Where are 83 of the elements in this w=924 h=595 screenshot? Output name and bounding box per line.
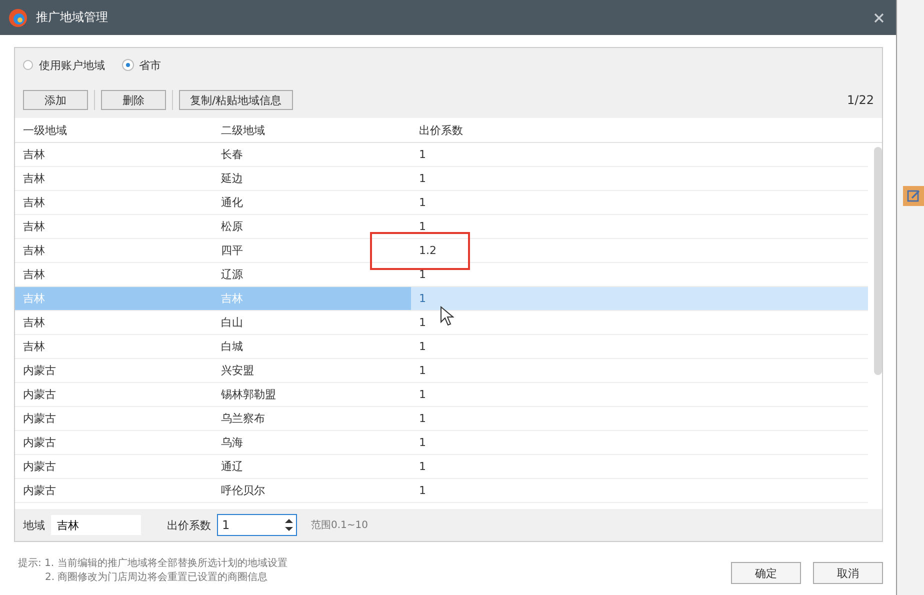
table-cell: 1 (419, 484, 426, 497)
table-cell: 四平 (221, 244, 243, 257)
toolbar-button[interactable]: 添加 (23, 90, 88, 110)
column-header: 一级地域 (22, 122, 68, 138)
spinner-arrows-icon[interactable] (284, 516, 294, 534)
table-cell: 吉林 (23, 244, 45, 257)
table-cell: 呼伦贝尔 (221, 484, 265, 497)
table-row[interactable]: 吉林 吉林 1 (15, 287, 868, 311)
table-cell: 延边 (221, 172, 243, 185)
cursor-icon (440, 306, 454, 326)
table-cell: 吉林 (23, 196, 45, 209)
table-cell: 通辽 (221, 460, 243, 473)
table-row[interactable]: 吉林 四平 1.2 (15, 239, 868, 263)
table-cell: 1 (419, 268, 426, 281)
table-cell: 内蒙古 (23, 460, 56, 473)
region-label: 地域 (23, 518, 45, 532)
hint-text: 2. 商圈修改为门店周边将会重置已设置的商圈信息 (44, 570, 269, 584)
bid-label: 出价系数 (167, 518, 211, 532)
table-cell: 内蒙古 (23, 412, 56, 425)
page-counter: 1/22 (847, 93, 874, 107)
table-row[interactable]: 内蒙古 乌兰察布 1 (15, 407, 868, 431)
table-cell: 1 (419, 196, 426, 209)
table-cell: 乌兰察布 (221, 412, 265, 425)
region-field[interactable]: 吉林 (51, 515, 141, 535)
table-cell: 白山 (221, 316, 243, 329)
table-cell: 吉林 (23, 316, 45, 329)
edit-icon (903, 186, 924, 206)
table-cell: 1 (419, 364, 426, 377)
table-cell: 1 (419, 460, 426, 473)
table-cell: 1 (419, 148, 426, 161)
table-cell: 1 (419, 292, 426, 305)
radio-option[interactable]: 省市 (123, 58, 161, 72)
table-cell: 1 (419, 172, 426, 185)
range-hint: 范围0.1~10 (311, 518, 368, 532)
dialog-button[interactable]: 确定 (731, 562, 801, 584)
table-cell: 内蒙古 (23, 484, 56, 497)
table-cell: 松原 (221, 220, 243, 233)
table-row[interactable]: 吉林 长春 1 (15, 143, 868, 167)
table-cell: 1 (419, 436, 426, 449)
table-cell: 白城 (221, 340, 243, 353)
table-cell: 吉林 (23, 148, 45, 161)
table-cell: 1 (419, 388, 426, 401)
table-cell: 长春 (221, 148, 243, 161)
table-cell: 内蒙古 (23, 388, 56, 401)
table-row[interactable]: 吉林 白城 1 (15, 335, 868, 359)
dialog-button[interactable]: 取消 (813, 562, 883, 584)
app-logo-icon (8, 8, 28, 28)
table-row[interactable]: 吉林 通化 1 (15, 191, 868, 215)
table-row[interactable]: 内蒙古 锡林郭勒盟 1 (15, 383, 868, 407)
table-cell: 通化 (221, 196, 243, 209)
table-cell: 乌海 (221, 436, 243, 449)
table-cell: 吉林 (23, 340, 45, 353)
table-cell: 吉林 (23, 172, 45, 185)
table-row[interactable]: 吉林 延边 1 (15, 167, 868, 191)
scrollbar[interactable] (874, 147, 882, 375)
table-cell: 吉林 (23, 268, 45, 281)
table-cell: 内蒙古 (23, 364, 56, 377)
table-cell: 1 (419, 316, 426, 329)
table-cell: 吉林 (221, 292, 243, 305)
close-icon[interactable] (874, 12, 884, 22)
table-cell: 吉林 (23, 292, 45, 305)
table-row[interactable]: 内蒙古 通辽 1 (15, 455, 868, 479)
table-cell: 兴安盟 (221, 364, 254, 377)
bid-spinner-field[interactable]: 1 (217, 514, 297, 536)
table-row[interactable]: 内蒙古 乌海 1 (15, 431, 868, 455)
table-cell: 1.2 (419, 244, 436, 257)
window-title: 推广地域管理 (36, 9, 109, 26)
table-row[interactable]: 内蒙古 呼伦贝尔 1 (15, 479, 868, 503)
hint-text: 提示: 1. 当前编辑的推广地域将全部替换所选计划的地域设置 (18, 556, 288, 570)
column-header: 出价系数 (418, 122, 464, 138)
table-cell: 1 (419, 412, 426, 425)
radio-option[interactable]: 使用账户地域 (23, 58, 105, 72)
table-cell: 吉林 (23, 220, 45, 233)
toolbar-button[interactable]: 删除 (101, 90, 166, 110)
table-cell: 辽源 (221, 268, 243, 281)
table-cell: 1 (419, 220, 426, 233)
column-header: 二级地域 (220, 122, 266, 138)
table-cell: 内蒙古 (23, 436, 56, 449)
table-cell: 1 (419, 340, 426, 353)
table-row[interactable]: 内蒙古 兴安盟 1 (15, 359, 868, 383)
toolbar-button[interactable]: 复制/粘贴地域信息 (179, 90, 293, 110)
table-cell: 锡林郭勒盟 (221, 388, 276, 401)
table-row[interactable]: 吉林 松原 1 (15, 215, 868, 239)
